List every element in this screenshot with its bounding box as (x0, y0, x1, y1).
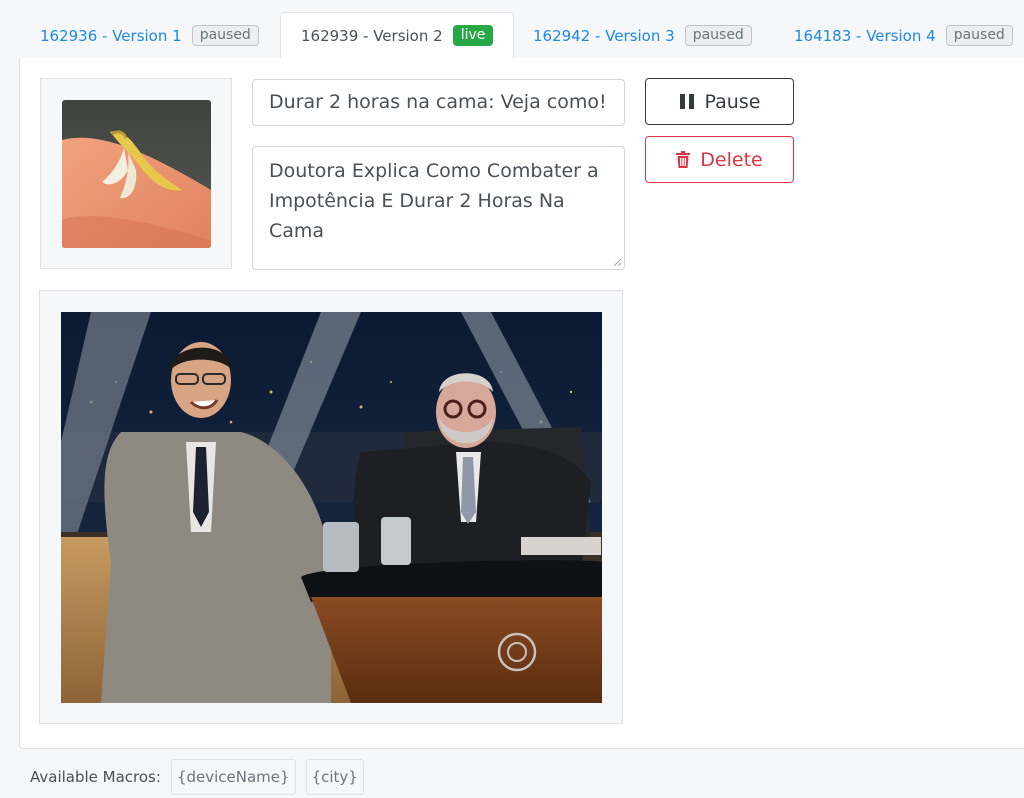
ad-thumbnail-image[interactable] (62, 100, 211, 248)
tab-version-1[interactable]: 162936 - Version 1 paused (40, 12, 259, 59)
pause-button[interactable]: Pause (645, 78, 794, 125)
status-badge: live (452, 25, 494, 46)
main-picture (61, 312, 602, 703)
tab-version-3[interactable]: 162942 - Version 3 paused (533, 12, 752, 59)
pause-button-label: Pause (704, 90, 761, 113)
tab-label: 162939 - Version 2 (301, 26, 443, 45)
tab-version-4[interactable]: 164183 - Version 4 paused (794, 12, 1013, 59)
version-tabs: 162936 - Version 1 paused 162939 - Versi… (0, 0, 1024, 59)
status-badge: paused (191, 25, 259, 46)
available-macros: Available Macros: {deviceName} {city} (30, 759, 364, 795)
ad-description-text: Doutora Explica Como Combater a Impotênc… (269, 160, 599, 242)
status-badge: paused (945, 25, 1013, 46)
tab-label: 162936 - Version 1 (40, 26, 182, 45)
delete-button-label: Delete (700, 148, 763, 171)
resize-grip-icon[interactable] (612, 257, 622, 267)
status-badge: paused (684, 25, 752, 46)
macro-chip-devicename[interactable]: {deviceName} (170, 759, 296, 795)
ad-description-textarea[interactable]: Doutora Explica Como Combater a Impotênc… (252, 146, 625, 270)
macros-label: Available Macros: (30, 768, 161, 786)
ad-title-input[interactable]: Durar 2 horas na cama: Veja como! (252, 79, 625, 126)
macro-chip-city[interactable]: {city} (305, 759, 364, 795)
tab-label: 164183 - Version 4 (794, 26, 936, 45)
tab-version-2[interactable]: 162939 - Version 2 live (280, 12, 515, 59)
tab-label: 162942 - Version 3 (533, 26, 675, 45)
ad-media-frame (39, 290, 623, 724)
trash-icon (676, 151, 691, 168)
version-panel: Durar 2 horas na cama: Veja como! Doutor… (19, 58, 1024, 749)
thumbnail-picture (62, 100, 211, 248)
pause-icon (679, 93, 695, 110)
thumbnail-frame (40, 78, 232, 269)
ad-main-image[interactable] (61, 312, 602, 703)
delete-button[interactable]: Delete (645, 136, 794, 183)
